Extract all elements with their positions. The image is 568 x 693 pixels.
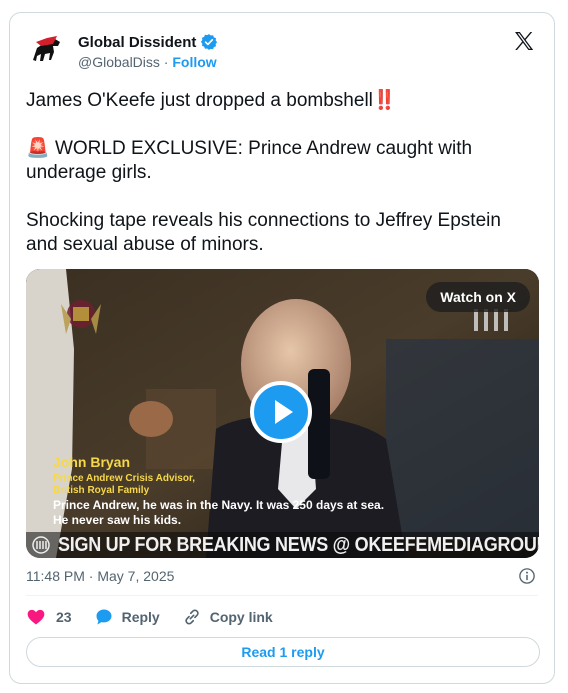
horse-logo-icon [27, 30, 67, 70]
handle-separator: · [163, 54, 169, 70]
divider [26, 595, 538, 596]
caption-role-1: Prince Andrew Crisis Advisor, [53, 473, 196, 484]
reply-label: Reply [121, 609, 160, 625]
banner-text: SIGN UP FOR BREAKING NEWS @ OKEEFEMEDIAG… [58, 534, 539, 556]
follow-button[interactable]: Follow [172, 54, 216, 70]
verified-badge-icon [201, 34, 218, 50]
handle[interactable]: @GlobalDiss [78, 54, 160, 70]
play-icon [275, 400, 293, 424]
x-logo-icon[interactable] [512, 29, 536, 53]
tweet-card: Global Dissident @GlobalDiss · Follow Ja… [9, 12, 555, 684]
caption-quote-1: Prince Andrew, he was in the Navy. It wa… [53, 498, 385, 512]
caption-name: John Bryan [53, 454, 131, 470]
reply-button[interactable]: Reply [94, 607, 160, 627]
reply-bubble-icon [96, 609, 112, 625]
copy-link-label: Copy link [209, 609, 273, 625]
siren-icon: 🚨 [26, 138, 50, 159]
heart-icon [27, 609, 45, 625]
copy-link-button[interactable]: Copy link [182, 607, 273, 627]
action-bar: 23 Reply Copy link [26, 607, 295, 627]
timestamp-separator: · [88, 568, 94, 584]
timestamp[interactable]: 11:48 PM · May 7, 2025 [26, 568, 174, 584]
caption-role-2: British Royal Family [53, 485, 150, 496]
watch-on-x-button[interactable]: Watch on X [426, 282, 530, 312]
video-player[interactable]: Watch on X John Bryan Prince Andrew Cris… [26, 269, 539, 558]
play-button[interactable] [250, 381, 312, 443]
tweet-body: James O'Keefe just dropped a bombshell‼️… [26, 89, 536, 281]
tweet-line-1: James O'Keefe just dropped a bombshell‼️ [26, 90, 397, 111]
tweet-date: May 7, 2025 [97, 568, 175, 584]
like-count: 23 [56, 609, 72, 625]
double-exclamation-icon: ‼️ [372, 90, 397, 111]
link-icon [184, 609, 199, 625]
tweet-line-3: Shocking tape reveals his connections to… [26, 210, 501, 255]
tweet-line-2: 🚨 WORLD EXCLUSIVE: Prince Andrew caught … [26, 138, 473, 183]
info-icon[interactable] [518, 567, 536, 585]
read-replies-button[interactable]: Read 1 reply [26, 637, 540, 667]
caption-quote-2: He never saw his kids. [53, 513, 182, 527]
omg-logo-icon [32, 536, 50, 554]
like-button[interactable]: 23 [26, 607, 72, 627]
display-name[interactable]: Global Dissident [78, 34, 196, 51]
avatar[interactable] [27, 30, 67, 70]
video-banner: SIGN UP FOR BREAKING NEWS @ OKEEFEMEDIAG… [26, 532, 539, 558]
tweet-time: 11:48 PM [26, 568, 85, 584]
